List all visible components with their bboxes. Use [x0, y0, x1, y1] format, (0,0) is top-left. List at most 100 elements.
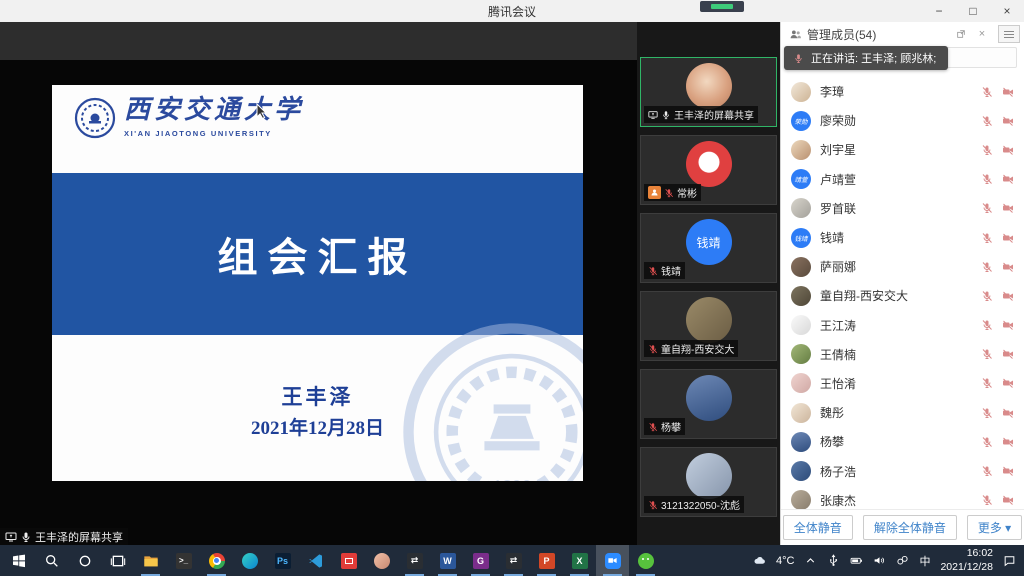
taskbar-edge[interactable]	[233, 545, 266, 576]
weather-temperature[interactable]: 4°C	[776, 555, 794, 567]
camera-muted-icon[interactable]	[1002, 348, 1014, 360]
clock[interactable]: 16:02 2021/12/28	[940, 547, 993, 573]
mic-muted-icon[interactable]	[981, 465, 993, 477]
member-row[interactable]: 王倩楠	[791, 340, 1014, 369]
show-hidden-icons-chevron[interactable]	[804, 554, 817, 567]
camera-muted-icon[interactable]	[1002, 377, 1014, 389]
member-row[interactable]: 魏彤	[791, 398, 1014, 427]
camera-muted-icon[interactable]	[1002, 290, 1014, 302]
mic-muted-icon[interactable]	[981, 290, 993, 302]
member-row[interactable]: 萨丽娜	[791, 252, 1014, 281]
weather-cloud-icon[interactable]	[753, 554, 766, 567]
taskbar-dark-app-2[interactable]: ⇄	[497, 545, 530, 576]
taskbar-word[interactable]: W	[431, 545, 464, 576]
taskbar-tencent-meeting[interactable]	[596, 545, 629, 576]
member-row[interactable]: 钱靖钱靖	[791, 223, 1014, 252]
mic-muted-icon[interactable]	[981, 261, 993, 273]
taskbar-photoshop[interactable]: Ps	[266, 545, 299, 576]
mic-muted-icon[interactable]	[981, 232, 993, 244]
close-button[interactable]: ×	[990, 0, 1024, 22]
host-badge-icon	[648, 186, 661, 199]
ime-indicator[interactable]: 中	[919, 553, 930, 569]
minimize-button[interactable]: −	[922, 0, 956, 22]
battery-icon[interactable]	[850, 554, 863, 567]
action-center-icon[interactable]	[1003, 554, 1016, 567]
member-row[interactable]: 李璋	[791, 77, 1014, 106]
thumbnail-screen-share[interactable]: 王丰泽的屏幕共享	[640, 57, 777, 127]
thumbnail-participant[interactable]: 钱靖 钱靖	[640, 213, 777, 283]
member-row[interactable]: 靖萱卢靖萱	[791, 165, 1014, 194]
taskbar-g-app[interactable]: G	[464, 545, 497, 576]
camera-muted-icon[interactable]	[1002, 319, 1014, 331]
mic-muted-icon[interactable]	[981, 144, 993, 156]
taskbar-dark-app-1[interactable]: ⇄	[398, 545, 431, 576]
thumbnail-participant[interactable]: 3121322050-沈彪	[640, 447, 777, 517]
mic-muted-icon[interactable]	[981, 436, 993, 448]
taskbar-powerpoint[interactable]: P	[530, 545, 563, 576]
camera-muted-icon[interactable]	[1002, 465, 1014, 477]
camera-muted-icon[interactable]	[1002, 202, 1014, 214]
member-row[interactable]: 刘宇星	[791, 135, 1014, 164]
taskbar-search-button[interactable]	[35, 545, 68, 576]
thumbnail-participant[interactable]: 童自翔-西安交大	[640, 291, 777, 361]
camera-muted-icon[interactable]	[1002, 115, 1014, 127]
camera-muted-icon[interactable]	[1002, 86, 1014, 98]
unmute-all-button[interactable]: 解除全体静音	[863, 515, 957, 540]
camera-muted-icon[interactable]	[1002, 173, 1014, 185]
taskbar-chrome[interactable]	[200, 545, 233, 576]
usb-icon[interactable]	[827, 554, 840, 567]
link-device-icon[interactable]	[896, 554, 909, 567]
taskbar-excel[interactable]: X	[563, 545, 596, 576]
maximize-button[interactable]: □	[956, 0, 990, 22]
member-row[interactable]: 童自翔-西安交大	[791, 281, 1014, 310]
mic-muted-icon[interactable]	[981, 319, 993, 331]
task-view-button[interactable]	[101, 545, 134, 576]
taskbar-vscode[interactable]	[299, 545, 332, 576]
member-row[interactable]: 王江涛	[791, 311, 1014, 340]
mic-muted-icon[interactable]	[981, 494, 993, 506]
panel-title: 管理成员(54)	[807, 26, 948, 43]
more-button[interactable]: 更多 ▾	[967, 515, 1022, 540]
mic-muted-icon[interactable]	[981, 173, 993, 185]
member-row[interactable]: 罗首联	[791, 194, 1014, 223]
mute-all-button[interactable]: 全体静音	[783, 515, 853, 540]
camera-muted-icon[interactable]	[1002, 436, 1014, 448]
taskbar-file-explorer[interactable]	[134, 545, 167, 576]
member-row[interactable]: 张康杰	[791, 486, 1014, 509]
member-row[interactable]: 荣勋廖荣勋	[791, 106, 1014, 135]
avatar	[791, 373, 811, 393]
close-panel-icon[interactable]: ×	[974, 26, 990, 42]
speaker-icon[interactable]	[873, 554, 886, 567]
avatar-app-icon	[374, 553, 390, 569]
mic-muted-icon[interactable]	[981, 377, 993, 389]
cortana-button[interactable]	[68, 545, 101, 576]
mic-muted-icon[interactable]	[981, 407, 993, 419]
mic-muted-icon[interactable]	[981, 115, 993, 127]
mic-muted-icon[interactable]	[981, 348, 993, 360]
member-row[interactable]: 杨子浩	[791, 456, 1014, 485]
camera-muted-icon[interactable]	[1002, 494, 1014, 506]
member-row[interactable]: 杨攀	[791, 427, 1014, 456]
member-name: 钱靖	[820, 229, 972, 246]
member-name: 王倩楠	[820, 346, 972, 363]
camera-muted-icon[interactable]	[1002, 407, 1014, 419]
thumbnail-participant[interactable]: 常彬	[640, 135, 777, 205]
member-name: 杨攀	[820, 433, 972, 450]
taskbar-terminal[interactable]: >_	[167, 545, 200, 576]
popout-panel-icon[interactable]	[953, 26, 969, 42]
panel-menu-icon[interactable]	[998, 25, 1020, 43]
mic-muted-icon[interactable]	[981, 86, 993, 98]
camera-muted-icon[interactable]	[1002, 232, 1014, 244]
start-button[interactable]	[2, 545, 35, 576]
screen-share-toolbar-pill[interactable]	[700, 1, 744, 12]
thumbnail-participant[interactable]: 杨攀	[640, 369, 777, 439]
taskbar-wechat[interactable]	[629, 545, 662, 576]
taskbar-avatar-app[interactable]	[365, 545, 398, 576]
camera-muted-icon[interactable]	[1002, 261, 1014, 273]
university-name-cn: 西安交通大学	[124, 93, 304, 127]
mic-muted-icon[interactable]	[981, 202, 993, 214]
avatar	[791, 403, 811, 423]
member-row[interactable]: 王怡淆	[791, 369, 1014, 398]
taskbar-red-app[interactable]	[332, 545, 365, 576]
camera-muted-icon[interactable]	[1002, 144, 1014, 156]
